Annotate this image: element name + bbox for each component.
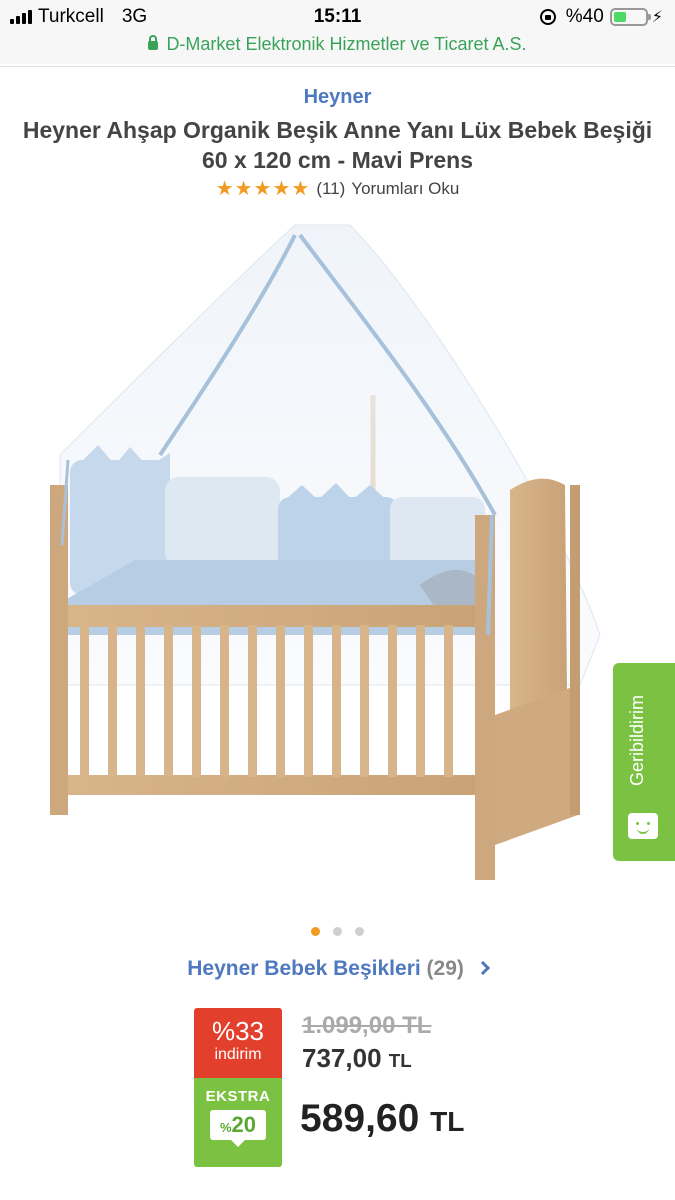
rating-row[interactable]: ★★★★★ (11) Yorumları Oku — [0, 176, 675, 201]
pagination-dot[interactable] — [333, 927, 342, 936]
pagination-dot[interactable] — [355, 927, 364, 936]
final-price-value: 589,60 — [300, 1097, 420, 1140]
site-identity: D-Market Elektronik Hizmetler ve Ticaret… — [166, 34, 527, 54]
final-price: 589,60 TL — [300, 1097, 464, 1141]
category-label: Heyner Bebek Beşikleri — [187, 957, 421, 980]
battery-icon — [609, 8, 651, 26]
feedback-label: Geribildirim — [627, 694, 647, 786]
charging-icon: ⚡ — [651, 9, 663, 26]
discount-label: indirim — [214, 1046, 262, 1063]
discount-badge: %33 indirim — [194, 1008, 282, 1078]
lock-icon — [148, 35, 159, 50]
sale-price-value: 737,00 — [302, 1043, 382, 1073]
product-title: Heyner Ahşap Organik Beşik Anne Yanı Lüx… — [22, 117, 653, 173]
smiley-icon — [628, 813, 658, 839]
category-count: (29) — [426, 957, 464, 980]
sale-price-currency: TL — [388, 1050, 412, 1071]
header-divider — [0, 66, 675, 67]
extra-discount-badge: EKSTRA %20 — [194, 1078, 282, 1167]
extra-percent-tag: %20 — [210, 1110, 266, 1147]
sale-price: 737,00 TL — [302, 1043, 412, 1074]
status-right: %40 ⚡ — [539, 6, 663, 28]
read-reviews-link[interactable]: Yorumları Oku — [351, 179, 459, 199]
final-price-currency: TL — [430, 1106, 465, 1137]
brand-link[interactable]: Heyner — [0, 86, 675, 109]
url-bar[interactable]: D-Market Elektronik Hizmetler ve Ticaret… — [0, 34, 675, 64]
star-rating-icon: ★★★★★ — [215, 178, 311, 200]
feedback-tab[interactable]: Geribildirim — [613, 663, 675, 861]
discount-percent: %33 — [211, 1016, 265, 1046]
chevron-right-icon — [475, 960, 490, 976]
product-image[interactable] — [40, 215, 610, 905]
extra-label: EKSTRA — [205, 1088, 271, 1105]
extra-percent-sign: % — [219, 1120, 232, 1135]
pagination-dot[interactable] — [311, 927, 320, 936]
image-pagination[interactable] — [0, 927, 675, 936]
status-bar: Turkcell 3G 15:11 %40 ⚡ — [0, 0, 675, 34]
battery-percent: %40 — [565, 6, 604, 27]
extra-percent: 20 — [231, 1112, 257, 1137]
old-price: 1.099,00 TL — [302, 1012, 432, 1039]
category-link[interactable]: Heyner Bebek Beşikleri (29) — [0, 957, 675, 981]
battery-fill — [613, 12, 626, 22]
orientation-lock-icon — [539, 9, 556, 25]
review-count: (11) — [316, 178, 346, 198]
